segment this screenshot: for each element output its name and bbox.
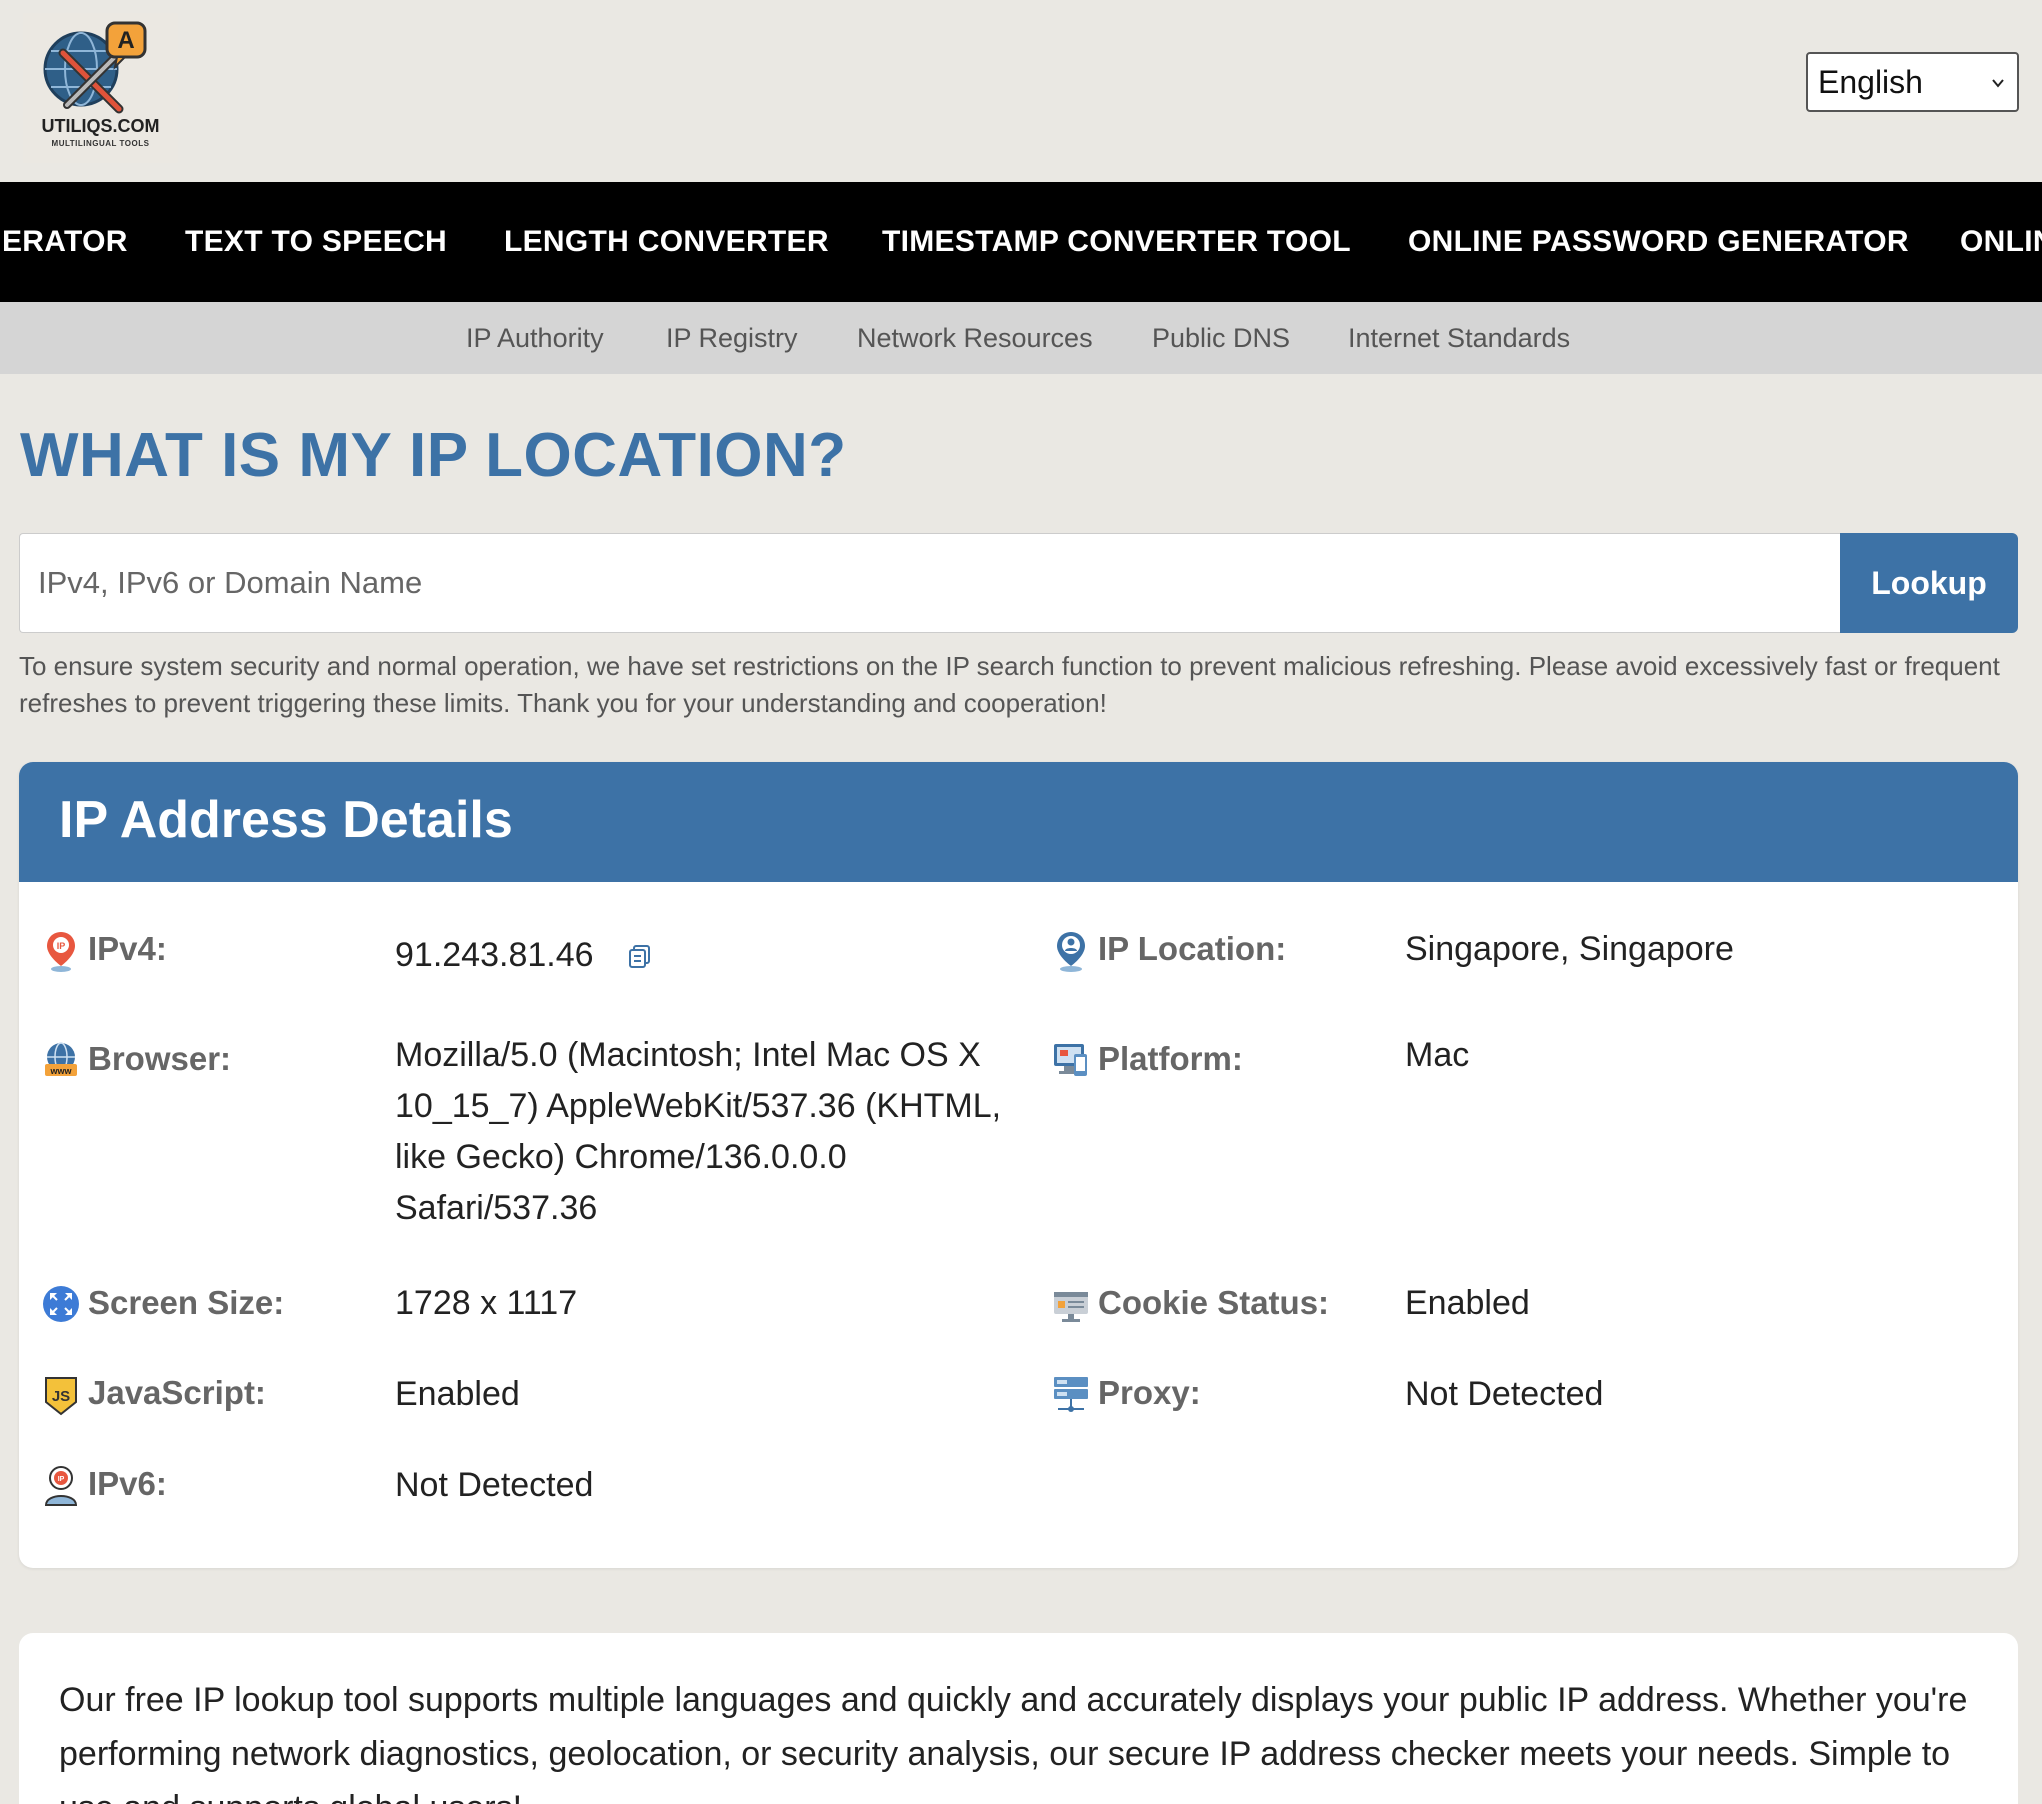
globe-tools-icon: A (43, 21, 147, 114)
devices-icon (1054, 1044, 1087, 1076)
site-header: A UTILIQS.COM MULTILINGUAL TOOLS English (0, 0, 2042, 182)
cookie-settings-icon (1054, 1292, 1088, 1322)
ip-details-heading: IP Address Details (59, 791, 513, 849)
ip-person-icon: IP (44, 1466, 78, 1506)
language-select[interactable]: English (1806, 52, 2019, 112)
screen-size-label: Screen Size: (88, 1284, 285, 1321)
javascript-value: Enabled (395, 1375, 520, 1413)
main-nav: ERATOR TEXT TO SPEECH LENGTH CONVERTER T… (0, 182, 2042, 302)
subnav-item-internet-standards[interactable]: Internet Standards (1348, 302, 1570, 374)
nav-item-online[interactable]: ONLIN (1960, 182, 2042, 302)
server-icon (1054, 1377, 1088, 1412)
logo-subtext: MULTILINGUAL TOOLS (51, 139, 150, 148)
platform-label: Platform: (1098, 1040, 1243, 1077)
svg-text:A: A (117, 27, 134, 54)
subnav-item-network-resources[interactable]: Network Resources (857, 302, 1093, 374)
platform-value: Mac (1405, 1036, 1470, 1074)
cookie-status-label: Cookie Status: (1098, 1284, 1330, 1321)
browser-value: Mozilla/5.0 (Macintosh; Intel Mac OS X 1… (395, 1036, 1002, 1227)
ipv6-label: IPv6: (88, 1465, 167, 1502)
proxy-label: Proxy: (1098, 1374, 1201, 1411)
logo-text: UTILIQS.COM (41, 116, 160, 136)
ip-search-input[interactable] (19, 533, 1841, 633)
svg-text:JS: JS (52, 1388, 70, 1405)
svg-text:IP: IP (57, 941, 66, 951)
about-card: Our free IP lookup tool supports multipl… (19, 1633, 2018, 1804)
subnav-item-public-dns[interactable]: Public DNS (1152, 302, 1290, 374)
site-logo[interactable]: A UTILIQS.COM MULTILINGUAL TOOLS (23, 13, 178, 163)
lookup-button[interactable]: Lookup (1840, 533, 2018, 633)
www-globe-icon: www (45, 1042, 77, 1076)
ipv4-label: IPv4: (88, 930, 167, 967)
sub-nav: IP Authority IP Registry Network Resourc… (0, 302, 2042, 374)
ip-search-form: Lookup (19, 533, 2018, 633)
cookie-status-value: Enabled (1405, 1284, 1530, 1322)
chevron-down-icon (1992, 79, 2004, 88)
rate-limit-notice: To ensure system security and normal ope… (19, 651, 2000, 718)
ip-location-value: Singapore, Singapore (1405, 930, 1734, 968)
nav-item-timestamp-converter[interactable]: TIMESTAMP CONVERTER TOOL (882, 182, 1351, 302)
ip-details-header: IP Address Details (19, 762, 2018, 882)
about-text: Our free IP lookup tool supports multipl… (59, 1681, 1968, 1804)
js-shield-icon: JS (45, 1377, 77, 1416)
page-title: WHAT IS MY IP LOCATION? (20, 421, 847, 490)
copy-icon[interactable] (627, 943, 653, 969)
location-person-icon (1057, 932, 1085, 972)
browser-label: Browser: (88, 1040, 232, 1077)
javascript-label: JavaScript: (88, 1374, 266, 1411)
ipv6-value: Not Detected (395, 1466, 594, 1504)
expand-arrows-icon (43, 1286, 79, 1322)
subnav-item-ip-registry[interactable]: IP Registry (666, 302, 798, 374)
nav-item-text-to-speech[interactable]: TEXT TO SPEECH (185, 182, 447, 302)
subnav-item-ip-authority[interactable]: IP Authority (466, 302, 604, 374)
svg-text:www: www (49, 1066, 72, 1076)
ipv4-value: 91.243.81.46 (395, 936, 594, 974)
nav-item-password-generator[interactable]: ONLINE PASSWORD GENERATOR (1408, 182, 1909, 302)
nav-item-generator[interactable]: ERATOR (2, 182, 128, 302)
svg-text:IP: IP (58, 1476, 65, 1483)
nav-item-length-converter[interactable]: LENGTH CONVERTER (504, 182, 829, 302)
ip-pin-icon: IP (47, 932, 75, 972)
ip-location-label: IP Location: (1098, 930, 1287, 967)
proxy-value: Not Detected (1405, 1375, 1604, 1413)
ip-details-card: IP Address Details IP IPv4: 91.243.81.46… (19, 762, 2018, 1568)
language-selected-value: English (1818, 64, 1923, 100)
screen-size-value: 1728 x 1117 (395, 1284, 578, 1322)
